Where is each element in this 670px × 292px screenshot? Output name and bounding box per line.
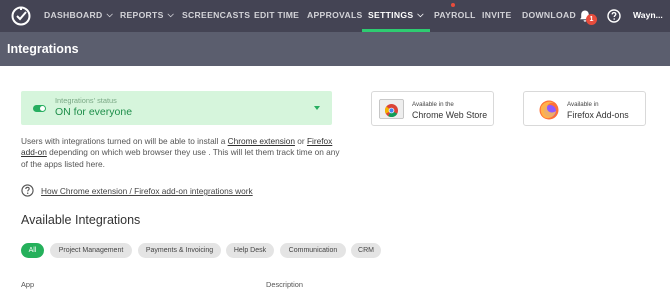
page-header: Integrations <box>0 32 670 66</box>
integrations-description: Users with integrations turned on will b… <box>21 136 340 169</box>
column-header-description: Description <box>266 280 303 289</box>
filter-payments-invoicing[interactable]: Payments & Invoicing <box>138 243 221 258</box>
nav-invite[interactable]: INVITE <box>482 0 512 32</box>
nav-screencasts[interactable]: SCREENCASTS <box>182 0 250 32</box>
filter-crm[interactable]: CRM <box>351 243 381 258</box>
status-value: ON for everyone <box>55 106 133 118</box>
status-label: Integrations' status <box>55 96 117 105</box>
logo-icon[interactable] <box>10 5 32 27</box>
nav-dashboard[interactable]: DASHBOARD ⌵ <box>44 0 113 32</box>
firefox-icon <box>539 100 559 120</box>
help-circle-icon <box>21 184 34 197</box>
firefox-addons-button[interactable]: Available in Firefox Add-ons <box>523 91 646 126</box>
main-content: Integrations' status ON for everyone Ava… <box>0 66 670 292</box>
new-indicator-dot <box>451 3 455 7</box>
user-menu[interactable]: Wayn... <box>633 0 663 31</box>
chevron-down-icon: ⌵ <box>167 10 175 19</box>
toggle-on-icon <box>33 105 46 112</box>
section-title: Available Integrations <box>21 213 141 227</box>
integrations-status-dropdown[interactable]: Integrations' status ON for everyone <box>21 91 332 125</box>
nav-settings[interactable]: SETTINGS ⌵ <box>362 0 430 32</box>
chrome-web-store-button[interactable]: Available in the Chrome Web Store <box>371 91 494 126</box>
chevron-down-icon: ⌵ <box>417 10 424 19</box>
nav-edit-time[interactable]: EDIT TIME <box>254 0 299 32</box>
notification-badge: 1 <box>586 14 597 25</box>
chrome-extension-link[interactable]: Chrome extension <box>228 136 295 146</box>
how-integrations-work-link[interactable]: How Chrome extension / Firefox add-on in… <box>41 186 253 196</box>
column-header-app: App <box>21 280 35 289</box>
caret-down-icon <box>314 106 320 110</box>
filter-communication[interactable]: Communication <box>280 243 346 258</box>
chevron-down-icon: ⌵ <box>106 10 113 19</box>
firefox-store-label: Firefox Add-ons <box>567 110 629 120</box>
chrome-icon <box>379 99 404 119</box>
chrome-store-small-label: Available in the <box>412 101 454 108</box>
nav-download[interactable]: DOWNLOAD <box>522 0 576 32</box>
chrome-store-label: Chrome Web Store <box>412 110 488 120</box>
firefox-store-small-label: Available in <box>567 101 599 108</box>
filter-help-desk[interactable]: Help Desk <box>226 243 274 258</box>
nav-reports[interactable]: REPORTS ⌵ <box>120 0 174 32</box>
page-title: Integrations <box>7 42 79 56</box>
help-circle-icon[interactable] <box>607 9 621 23</box>
filter-all[interactable]: All <box>21 243 44 258</box>
nav-approvals[interactable]: APPROVALS <box>307 0 363 32</box>
top-nav: DASHBOARD ⌵ REPORTS ⌵ SCREENCASTS EDIT TIM… <box>0 0 670 32</box>
filter-project-management[interactable]: Project Management <box>50 243 132 258</box>
